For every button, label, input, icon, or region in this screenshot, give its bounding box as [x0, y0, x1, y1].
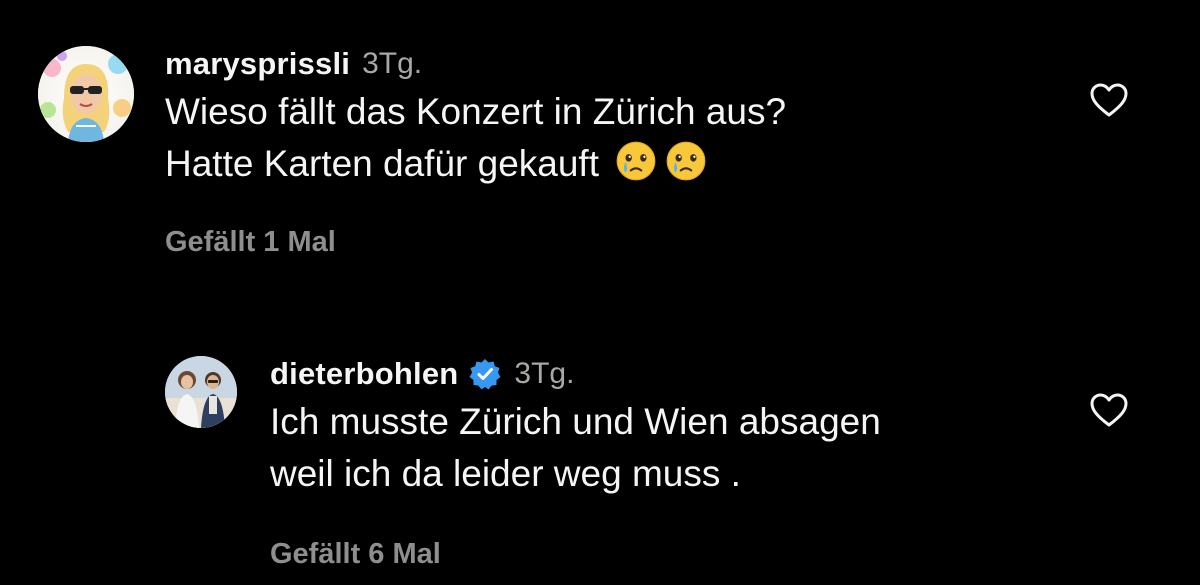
heart-outline-icon — [1090, 83, 1128, 117]
avatar[interactable] — [38, 46, 134, 142]
comment-text: Wieso fällt das Konzert in Zürich aus? H… — [165, 86, 786, 190]
timestamp: 3Tg. — [362, 47, 423, 80]
comment-text: Ich musste Zürich und Wien absagen weil … — [270, 396, 881, 500]
comment-text-line-2-text: Hatte Karten dafür gekauft — [165, 143, 599, 184]
avatar[interactable] — [165, 356, 237, 428]
comment-header: dieterbohlen 3Tg. — [270, 356, 881, 392]
comment-text-line-2: Hatte Karten dafür gekauft — [165, 138, 786, 190]
like-button[interactable] — [1089, 82, 1129, 118]
timestamp: 3Tg. — [514, 357, 575, 390]
comment-marysprissli: marysprissli 3Tg. Wieso fällt das Konzer… — [0, 0, 1200, 300]
comment-text-line-1: Wieso fällt das Konzert in Zürich aus? — [165, 91, 787, 132]
likes-count[interactable]: Gefällt 6 Mal — [270, 538, 441, 571]
comment-dieterbohlen: dieterbohlen 3Tg. Ich musste Zürich und … — [0, 300, 1200, 585]
like-button[interactable] — [1089, 392, 1129, 428]
comment-text-line-2: weil ich da leider weg muss . — [270, 453, 741, 494]
face-holding-back-tears-emoji — [665, 140, 707, 182]
verified-badge-icon — [468, 357, 502, 391]
comment-body: dieterbohlen 3Tg. Ich musste Zürich und … — [270, 356, 881, 500]
comment-text-line-1: Ich musste Zürich und Wien absagen — [270, 401, 881, 442]
face-holding-back-tears-emoji — [615, 140, 657, 182]
comment-header: marysprissli 3Tg. — [165, 46, 786, 82]
comment-body: marysprissli 3Tg. Wieso fällt das Konzer… — [165, 46, 786, 190]
likes-count[interactable]: Gefällt 1 Mal — [165, 226, 336, 259]
username[interactable]: dieterbohlen — [270, 356, 458, 392]
heart-outline-icon — [1090, 393, 1128, 427]
username[interactable]: marysprissli — [165, 46, 350, 82]
comment-thread: marysprissli 3Tg. Wieso fällt das Konzer… — [0, 0, 1200, 585]
